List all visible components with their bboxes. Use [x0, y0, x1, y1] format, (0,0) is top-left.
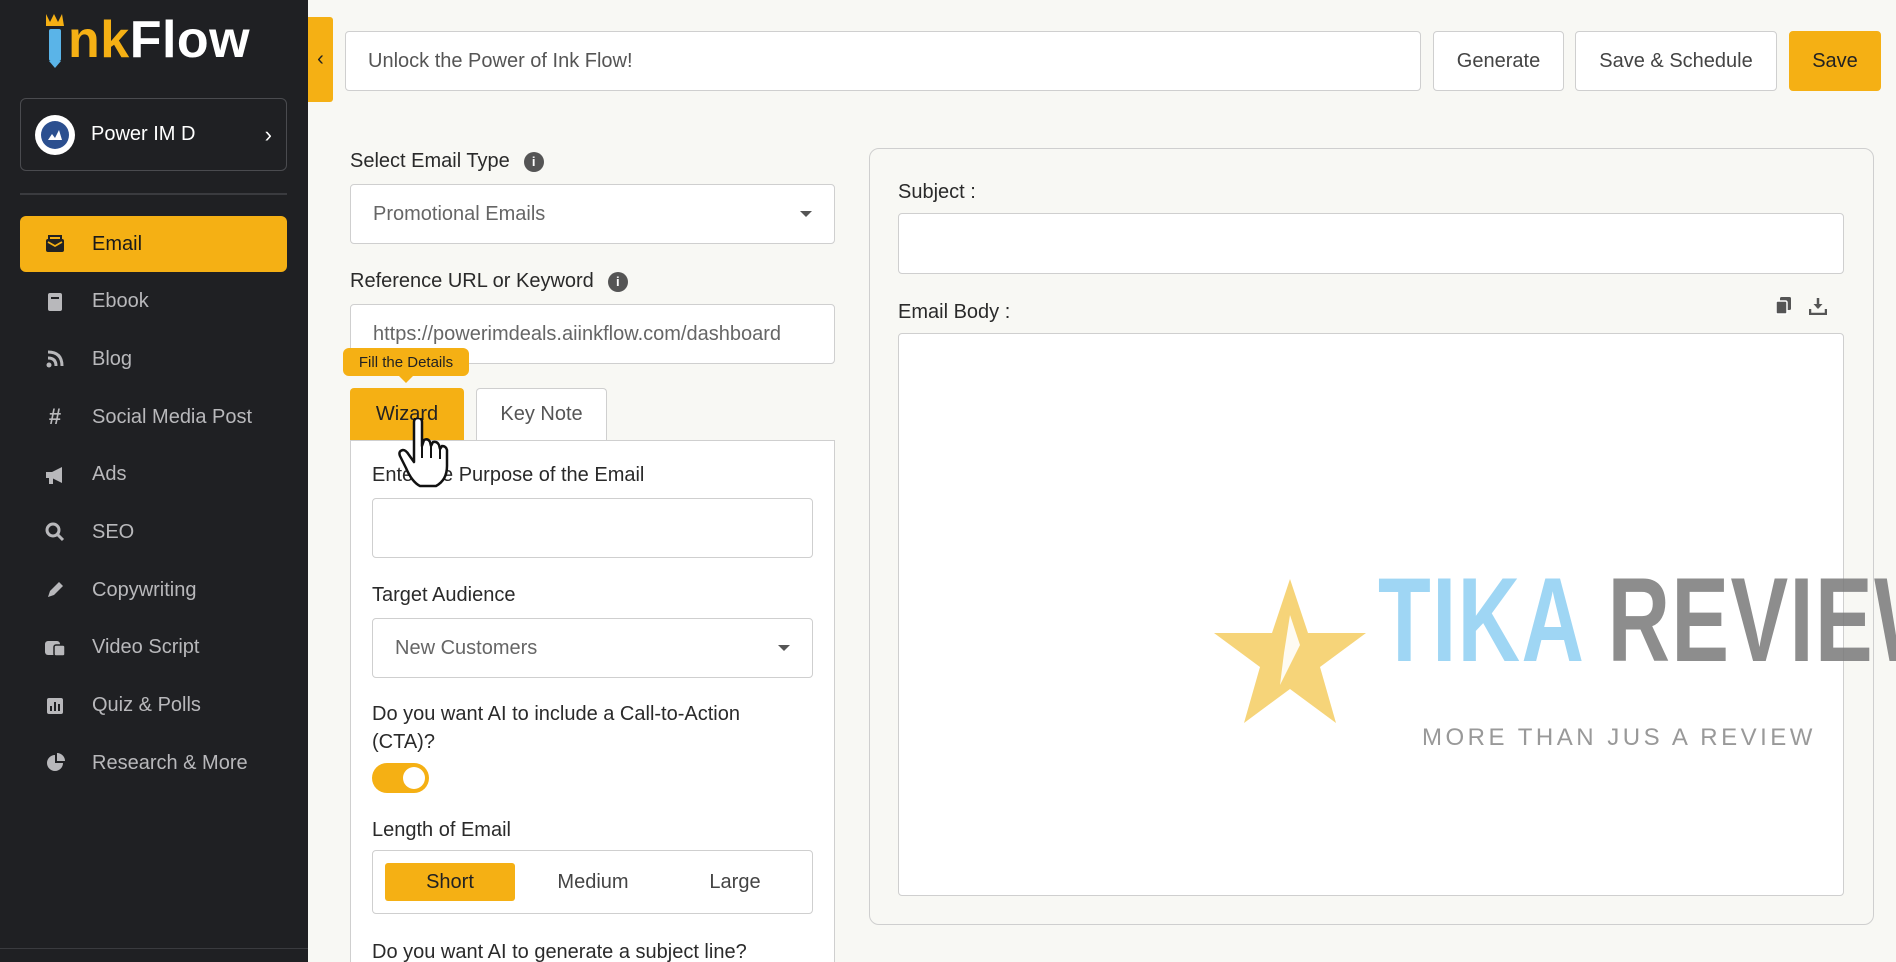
- sidebar-item-label: Ads: [92, 463, 127, 486]
- reference-label: Reference URL or Keyword i: [350, 270, 628, 293]
- megaphone-icon: [44, 464, 66, 486]
- cta-label-line2: (CTA)?: [372, 731, 435, 753]
- hand-cursor-icon: [398, 416, 454, 493]
- sidebar-item-email[interactable]: Email: [20, 216, 287, 272]
- length-option-short[interactable]: Short: [385, 863, 515, 901]
- copy-icon[interactable]: [1774, 296, 1794, 316]
- email-type-value: Promotional Emails: [373, 202, 546, 225]
- sidebar-divider: [20, 193, 287, 195]
- save-schedule-button[interactable]: Save & Schedule: [1575, 31, 1777, 91]
- sidebar-item-video-script[interactable]: Video Script: [20, 620, 287, 676]
- sidebar-item-ebook[interactable]: Ebook: [20, 274, 287, 330]
- fill-details-tooltip: Fill the Details: [343, 348, 469, 383]
- purpose-input[interactable]: [372, 498, 813, 558]
- audience-value: New Customers: [395, 636, 538, 659]
- info-icon[interactable]: i: [607, 271, 628, 292]
- length-selector: Short Medium Large: [372, 850, 813, 914]
- pie-icon: [44, 752, 66, 774]
- length-option-large[interactable]: Large: [670, 863, 800, 901]
- sidebar-item-research-more[interactable]: Research & More: [20, 735, 287, 791]
- chart-icon: [44, 695, 66, 717]
- sidebar-item-label: Social Media Post: [92, 405, 253, 428]
- subject-question-label: Do you want AI to generate a subject lin…: [372, 941, 747, 962]
- subject-label: Subject :: [898, 181, 976, 203]
- search-icon: [44, 521, 66, 543]
- toggle-knob: [403, 767, 425, 789]
- sidebar-item-label: Ebook: [92, 290, 149, 313]
- length-option-medium[interactable]: Medium: [528, 863, 658, 901]
- caret-down-icon: [778, 645, 790, 651]
- info-icon[interactable]: i: [523, 151, 544, 172]
- sidebar-item-copywriting[interactable]: Copywriting: [20, 562, 287, 618]
- workspace-avatar: [35, 114, 75, 155]
- subject-input[interactable]: [898, 213, 1844, 274]
- pen-icon: [44, 579, 66, 601]
- inkflow-logo[interactable]: nkFlow: [44, 8, 250, 72]
- audience-select[interactable]: New Customers: [372, 618, 813, 678]
- chevron-left-icon: ‹: [317, 48, 324, 70]
- sidebar-nav: Email Ebook Blog # Social Media Post Ads: [20, 216, 287, 793]
- save-button[interactable]: Save: [1789, 31, 1881, 91]
- sidebar-item-label: Email: [92, 232, 143, 255]
- sidebar-item-quiz-polls[interactable]: Quiz & Polls: [20, 678, 287, 734]
- sidebar-item-label: Quiz & Polls: [92, 694, 201, 716]
- email-type-select[interactable]: Promotional Emails: [350, 184, 835, 244]
- email-type-label-text: Select Email Type: [350, 150, 510, 172]
- watermark-tagline: MORE THAN JUS A REVIEW: [1422, 724, 1816, 751]
- sidebar-item-label: Blog: [92, 347, 133, 370]
- email-title-input[interactable]: Unlock the Power of Ink Flow!: [345, 31, 1421, 91]
- sidebar-item-label: Research & More: [92, 751, 248, 774]
- sidebar-footer: [0, 948, 308, 962]
- cta-label-line1: Do you want AI to include a Call-to-Acti…: [372, 703, 740, 725]
- caret-down-icon: [800, 211, 812, 217]
- hashtag-icon: #: [48, 404, 62, 430]
- book-icon: [44, 291, 66, 313]
- sidebar-item-label: SEO: [92, 520, 135, 543]
- tab-key-note[interactable]: Key Note: [476, 388, 607, 440]
- email-body-label: Email Body :: [898, 301, 1011, 323]
- sidebar-item-blog[interactable]: Blog: [20, 331, 287, 387]
- sidebar-item-ads[interactable]: Ads: [20, 447, 287, 503]
- chevron-right-icon: ›: [264, 121, 272, 147]
- mail-icon: [44, 233, 66, 255]
- sidebar: nkFlow Power IM D › Email Ebook Blog # S…: [0, 0, 308, 962]
- sidebar-item-seo[interactable]: SEO: [20, 504, 287, 560]
- workspace-switcher[interactable]: Power IM D ›: [20, 98, 287, 171]
- collapse-sidebar-button[interactable]: ‹: [308, 17, 333, 102]
- workspace-name: Power IM D: [91, 123, 196, 145]
- workspace-logo-icon: [41, 120, 69, 149]
- pen-nib-icon: [46, 14, 64, 68]
- sidebar-item-label: Copywriting: [92, 578, 197, 601]
- audience-label: Target Audience: [372, 584, 516, 606]
- email-type-label: Select Email Type i: [350, 150, 544, 173]
- script-icon: [44, 637, 66, 659]
- watermark-star-icon: [1210, 575, 1370, 732]
- logo-text: nkFlow: [68, 11, 251, 69]
- watermark-title: TIKA REVIEW: [1378, 553, 1896, 687]
- sidebar-item-social-media-post[interactable]: # Social Media Post: [20, 389, 287, 445]
- length-label: Length of Email: [372, 819, 511, 841]
- sidebar-item-label: Video Script: [92, 636, 200, 659]
- cta-toggle[interactable]: [372, 763, 429, 793]
- generate-button[interactable]: Generate: [1433, 31, 1564, 91]
- reference-label-text: Reference URL or Keyword: [350, 270, 594, 292]
- blog-icon: [44, 348, 66, 370]
- download-icon[interactable]: [1808, 296, 1828, 316]
